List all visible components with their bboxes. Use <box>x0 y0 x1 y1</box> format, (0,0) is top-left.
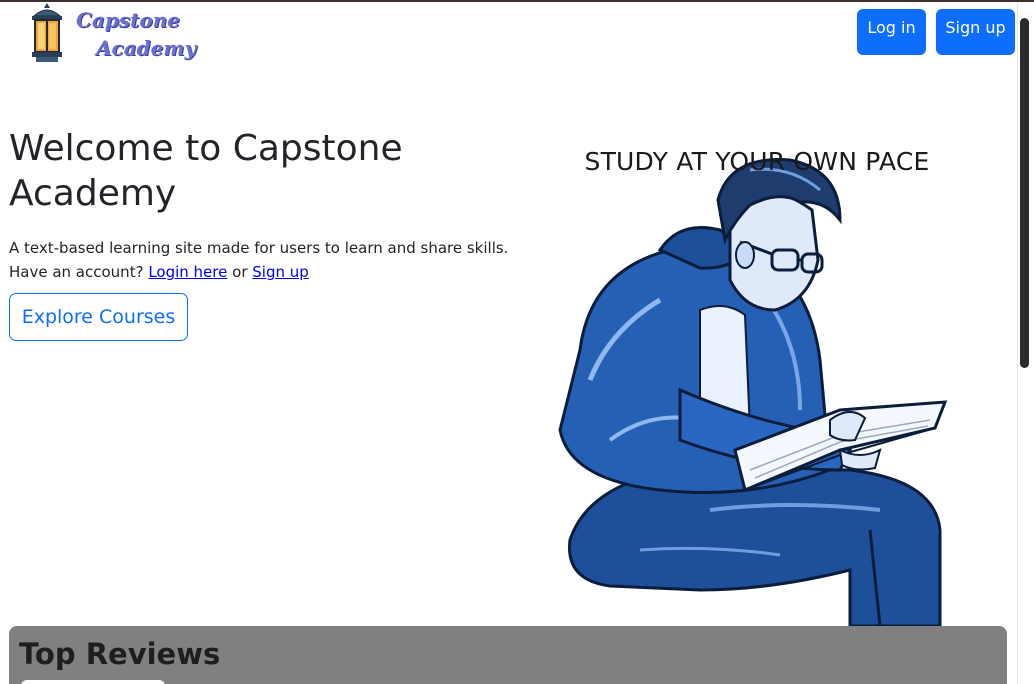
scrollbar-thumb[interactable] <box>1020 18 1029 368</box>
study-pace-heading: STUDY AT YOUR OWN PACE <box>584 147 930 176</box>
signup-button[interactable]: Sign up <box>936 9 1015 55</box>
logo-text: Capstone Academy <box>76 6 196 62</box>
account-prompt-line: Have an account? Login here or Sign up <box>9 260 509 284</box>
login-button[interactable]: Log in <box>857 9 926 55</box>
account-prompt: Have an account? <box>9 263 144 281</box>
student-reading-illustration <box>558 158 948 626</box>
explore-courses-button[interactable]: Explore Courses <box>9 293 188 341</box>
top-reviews-title: Top Reviews <box>19 637 221 671</box>
logo-line-1: Capstone <box>76 8 180 32</box>
review-card <box>21 680 165 684</box>
logo-line-2: Academy <box>96 36 197 60</box>
or-text: or <box>232 263 248 281</box>
login-link[interactable]: Login here <box>148 263 227 281</box>
signup-link[interactable]: Sign up <box>252 263 309 281</box>
lantern-icon <box>32 3 62 62</box>
hero-description: A text-based learning site made for user… <box>9 236 509 284</box>
top-reviews-section: Top Reviews <box>9 626 1007 684</box>
hero-title: Welcome to Capstone Academy <box>9 128 403 214</box>
hero-tagline: A text-based learning site made for user… <box>9 239 509 257</box>
site-logo[interactable]: Capstone Academy <box>22 2 202 66</box>
